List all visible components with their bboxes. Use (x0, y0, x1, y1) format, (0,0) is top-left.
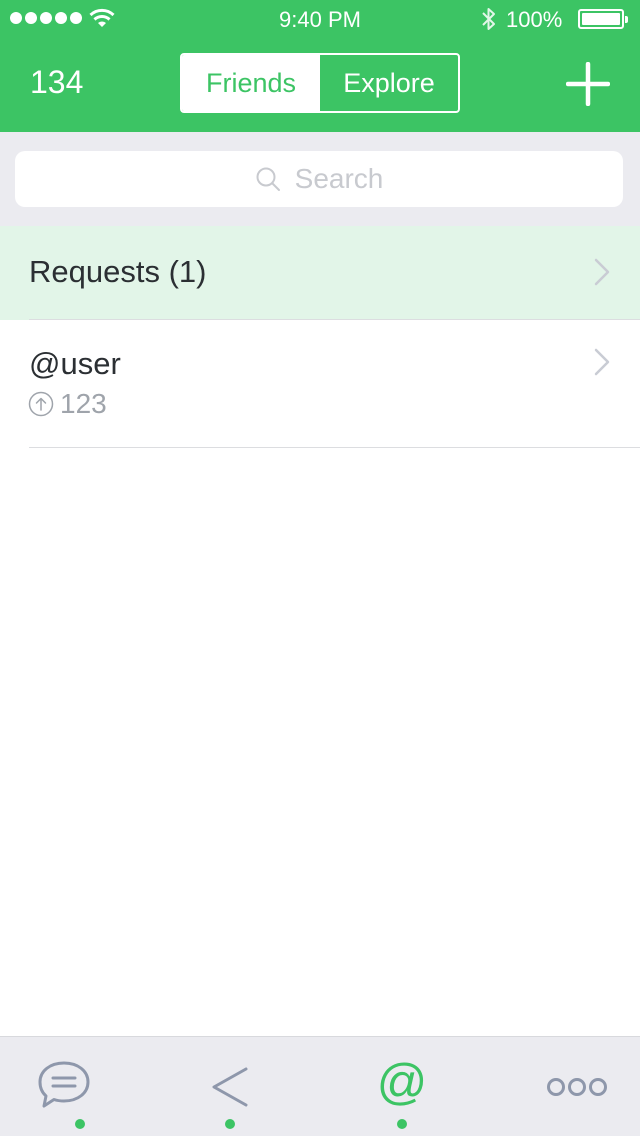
list-item-user[interactable]: @user 123 (0, 320, 640, 447)
app-header: 9:40 PM 100% 134 Friends Explore (0, 0, 640, 132)
tab-chats[interactable] (0, 1037, 160, 1136)
battery-icon (578, 9, 628, 29)
tab-friends[interactable]: Friends (182, 55, 320, 111)
battery-percent: 100% (506, 7, 563, 32)
tab-mentions[interactable]: @ (322, 1037, 482, 1136)
divider (29, 447, 640, 448)
notification-dot (75, 1119, 85, 1129)
score-value: 123 (60, 388, 107, 419)
friends-explore-switch: Friends Explore (180, 53, 460, 113)
plus-icon[interactable] (566, 62, 610, 106)
user-score: 123 (28, 388, 107, 420)
more-dots-icon (547, 1078, 607, 1096)
chevron-right-icon (594, 348, 610, 376)
requests-row[interactable]: Requests (1) (0, 226, 640, 320)
friend-count: 134 (30, 64, 84, 100)
tab-more[interactable] (480, 1037, 640, 1136)
back-chevron-icon (212, 1067, 248, 1107)
chat-bubble-icon (38, 1061, 90, 1108)
tab-bar: @ (0, 1036, 640, 1136)
svg-text:@: @ (378, 1061, 426, 1109)
at-sign-icon: @ (378, 1061, 426, 1109)
search-input[interactable]: Search (15, 151, 623, 207)
requests-label: Requests (1) (29, 254, 207, 289)
status-bar: 9:40 PM 100% (0, 0, 640, 40)
arrow-up-circle-icon (28, 391, 54, 417)
tab-back[interactable] (150, 1037, 310, 1136)
username: @user (29, 346, 121, 381)
chevron-right-icon (594, 258, 610, 286)
notification-dot (225, 1119, 235, 1129)
tab-explore[interactable]: Explore (320, 55, 458, 111)
search-bar-area: Search (0, 132, 640, 226)
notification-dot (397, 1119, 407, 1129)
bluetooth-icon (482, 8, 495, 30)
